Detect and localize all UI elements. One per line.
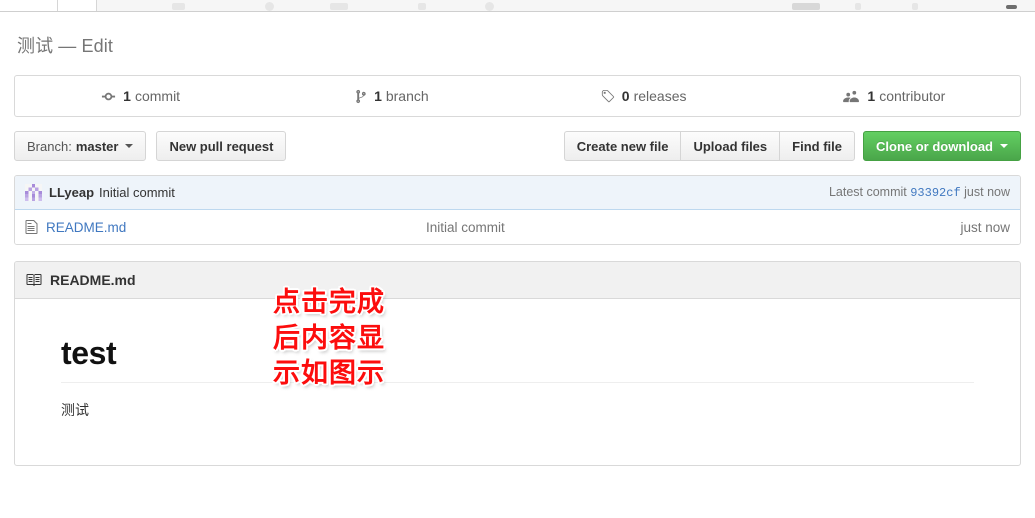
find-file-label: Find file [792,138,842,154]
table-row[interactable]: README.md Initial commit just now [15,210,1020,244]
readme-content: test 测试 点击完成 后内容显 示如图示 [15,287,1020,465]
file-icon [25,220,38,234]
branch-select-value: master [75,138,119,154]
stat-releases[interactable]: 0 releases [518,76,769,116]
page-title: 测试 — Edit [17,36,113,56]
file-listing-box: LLyeap Initial commit Latest commit 9339… [14,175,1021,245]
find-file-button[interactable]: Find file [779,131,855,161]
commit-age: just now [964,185,1010,199]
avatar[interactable] [25,184,42,201]
book-icon [26,274,42,286]
readme-paragraph: 测试 [61,402,89,418]
stat-commits[interactable]: 1 commit [15,76,266,116]
file-actions-group: Create new file Upload files Find file [563,131,855,161]
commit-author[interactable]: LLyeap [49,185,94,200]
tab-glyph [1006,5,1017,9]
contributor-icon [843,89,860,104]
new-pull-request-label: New pull request [169,138,274,154]
stat-branches[interactable]: 1 branch [266,76,517,116]
tab-glyph [172,3,185,10]
branch-icon [355,89,367,104]
readme-heading: test [61,335,974,383]
clone-or-download-label: Clone or download [876,138,993,154]
tag-icon [600,89,615,104]
branch-select-prefix: Branch: [27,138,72,154]
new-pull-request-button[interactable]: New pull request [156,131,287,161]
commit-icon [101,89,116,104]
browser-tab-strip [0,0,1035,12]
file-commit-message[interactable]: Initial commit [426,220,960,235]
branch-select-button[interactable]: Branch: master [14,131,147,161]
browser-active-tab[interactable] [57,0,97,11]
file-name-readme[interactable]: README.md [46,220,426,235]
stat-contributors-label: contributor [879,88,946,104]
create-new-file-label: Create new file [576,138,669,154]
stat-contributors[interactable]: 1 contributor [769,76,1020,116]
tab-favicon [485,2,494,11]
readme-box: README.md test 测试 点击完成 后内容显 示如图示 [14,261,1021,466]
latest-commit-meta: Latest commit 93392cf just now [829,185,1010,200]
browser-tab-strip-tabs[interactable] [95,0,1035,11]
tab-glyph [912,3,918,10]
chevron-down-icon [1000,144,1008,148]
commit-sha[interactable]: 93392cf [910,186,960,200]
file-commit-age: just now [960,219,1010,235]
latest-commit-label: Latest commit [828,185,907,199]
chevron-down-icon [125,144,134,148]
readme-header-label: README.md [50,272,136,288]
commit-message[interactable]: Initial commit [99,185,175,200]
repository-stats-bar: 1 commit 1 branch 0 releases 1 contribut… [14,75,1021,117]
tab-glyph [855,3,861,10]
tab-glyph [330,3,348,10]
repository-toolbar: Branch: master New pull request Create n… [14,131,1021,161]
stat-branches-label: branch [385,88,429,104]
stat-releases-count: 0 [621,88,630,104]
upload-files-label: Upload files [693,138,768,154]
clone-or-download-button[interactable]: Clone or download [863,131,1021,161]
create-new-file-button[interactable]: Create new file [563,131,681,161]
tab-glyph [418,3,426,10]
latest-commit-bar: LLyeap Initial commit Latest commit 9339… [15,176,1020,210]
upload-files-button[interactable]: Upload files [680,131,780,161]
stat-branches-count: 1 [374,88,382,104]
stat-commits-label: commit [134,88,181,104]
repository-page: 测试 — Edit 1 commit 1 branch 0 releases 1… [0,12,1035,466]
readme-header: README.md [15,262,1020,299]
tab-favicon [265,2,274,11]
stat-contributors-count: 1 [867,88,876,104]
tab-glyph [792,3,820,10]
stat-releases-label: releases [633,88,687,104]
stat-commits-count: 1 [123,88,131,104]
